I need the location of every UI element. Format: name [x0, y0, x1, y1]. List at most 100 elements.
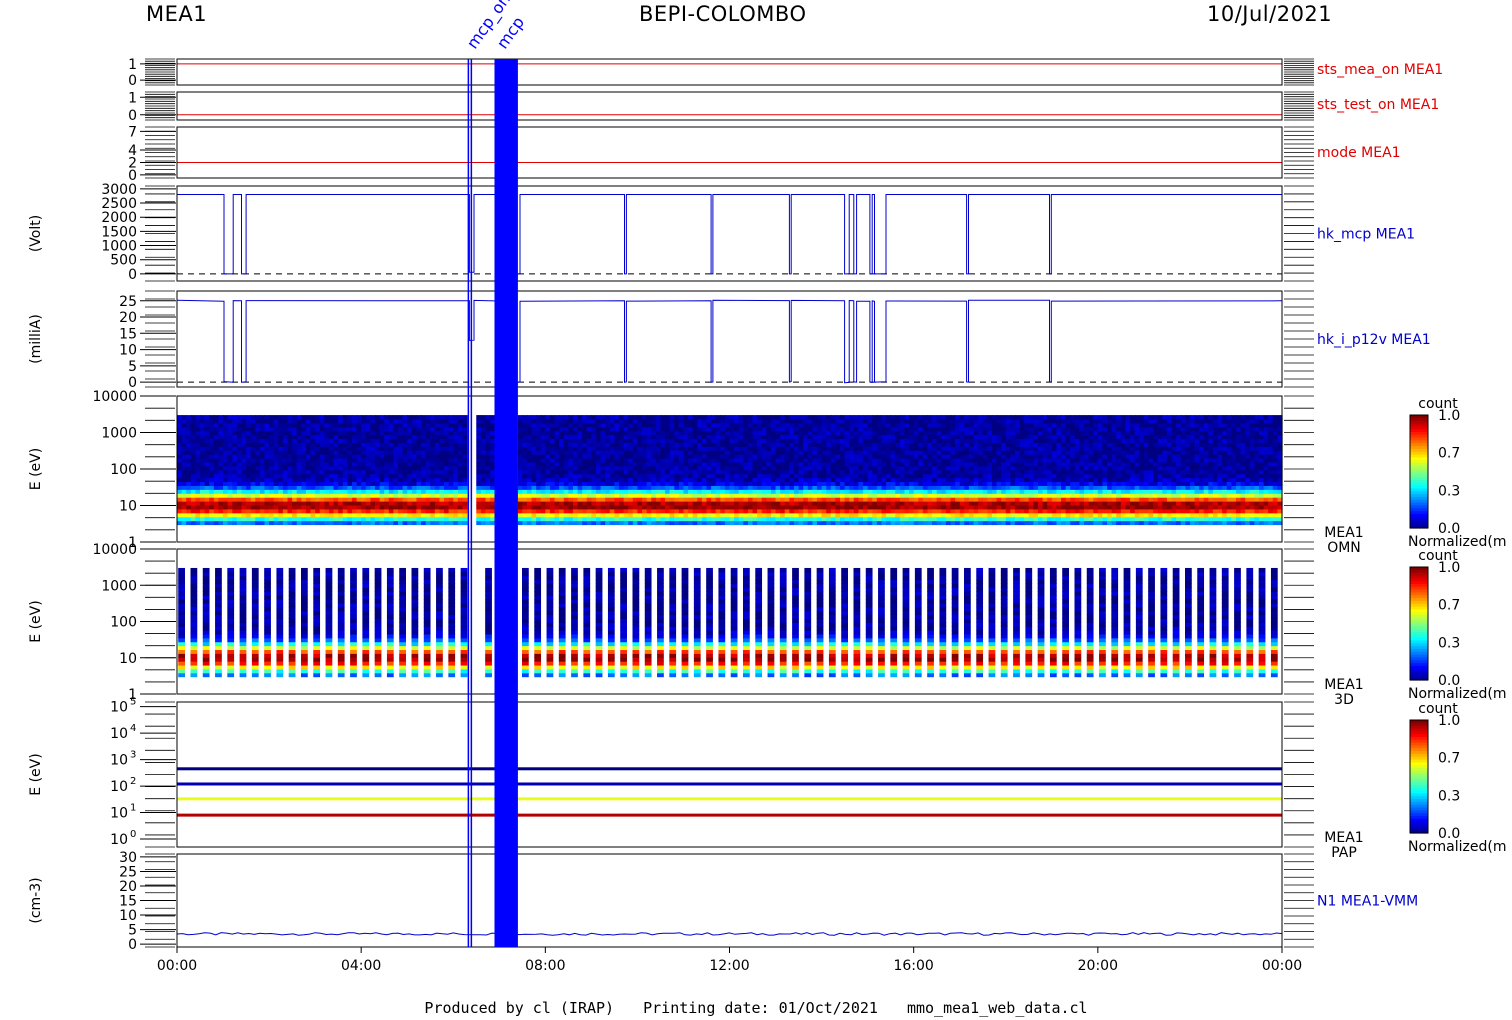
heatmap-cell	[444, 442, 450, 447]
heatmap-cell	[968, 497, 975, 502]
heatmap-cell	[927, 493, 933, 498]
heatmap-cell	[991, 469, 998, 475]
heatmap-cell	[374, 508, 381, 514]
heatmap-cell	[430, 454, 436, 459]
heatmap-cell	[844, 454, 850, 459]
heatmap-cell	[444, 516, 450, 522]
heatmap-cell	[665, 473, 671, 479]
heatmap-cell	[816, 481, 823, 486]
heatmap-cell	[909, 477, 915, 483]
heatmap-cell	[421, 450, 427, 455]
heatmap-cell	[876, 485, 883, 490]
heatmap-cell	[282, 501, 289, 506]
heatmap-cell	[586, 438, 592, 443]
heatmap-cell	[876, 438, 883, 443]
heatmap-cell	[425, 497, 431, 502]
heatmap-cell	[485, 426, 491, 432]
heatmap-cell	[434, 520, 441, 526]
heatmap-cell	[701, 477, 708, 483]
heatmap-cell	[549, 473, 556, 479]
heatmap-cell	[522, 485, 528, 490]
heatmap-cell	[347, 512, 353, 518]
heatmap-cell	[453, 512, 459, 518]
heatmap-cell	[646, 442, 652, 447]
heatmap-cell	[853, 508, 860, 514]
heatmap-cell	[554, 446, 560, 451]
heatmap-cell	[642, 473, 648, 479]
heatmap-cell	[448, 422, 454, 428]
heatmap-cell	[269, 469, 275, 475]
heatmap-cell	[305, 415, 312, 420]
heatmap-cell	[789, 485, 795, 490]
heatmap-cell	[356, 489, 362, 494]
heatmap-cell	[747, 458, 754, 463]
heatmap-cell	[701, 497, 708, 502]
heatmap-cell	[959, 434, 965, 440]
heatmap-cell	[200, 505, 206, 510]
heatmap-cell	[982, 469, 988, 475]
heatmap-cell	[531, 512, 537, 518]
heatmap-cell	[844, 489, 850, 494]
heatmap-cell	[936, 485, 942, 490]
heatmap-cell	[715, 508, 721, 514]
heatmap-cell	[347, 508, 353, 514]
heatmap-cell	[568, 505, 574, 510]
heatmap-cell	[448, 516, 454, 522]
heatmap-cell	[384, 493, 390, 498]
heatmap-cell	[863, 508, 869, 514]
heatmap-cell	[250, 481, 256, 486]
heatmap-cell	[743, 508, 749, 514]
heatmap-cell	[619, 418, 625, 424]
heatmap-cell	[181, 438, 187, 443]
heatmap-cell	[743, 442, 749, 447]
heatmap-cell	[536, 442, 542, 447]
heatmap-cell	[453, 493, 459, 498]
heatmap-cell	[227, 512, 233, 518]
heatmap-cell	[416, 418, 422, 424]
heatmap-cell	[614, 473, 620, 479]
heatmap-cell	[619, 481, 625, 486]
heatmap-cell	[342, 501, 348, 506]
heatmap-cell	[526, 469, 533, 475]
heatmap-cell	[333, 438, 339, 443]
heatmap-cell	[600, 422, 606, 428]
heatmap-cell	[752, 458, 758, 463]
heatmap-cell	[669, 497, 675, 502]
heatmap-cell	[439, 469, 445, 475]
heatmap-cell	[393, 512, 399, 518]
heatmap-cell	[849, 422, 855, 428]
heatmap-cell	[918, 493, 924, 498]
heatmap-cell	[688, 430, 694, 436]
heatmap-cell	[522, 442, 528, 447]
heatmap-cell	[241, 508, 247, 514]
heatmap-cell	[738, 430, 744, 436]
heatmap-cell	[973, 512, 979, 518]
heatmap-cell	[236, 465, 243, 471]
heatmap-cell	[614, 438, 620, 443]
heatmap-cell	[480, 477, 487, 483]
heatmap-cell	[186, 462, 192, 467]
heatmap-cell	[955, 497, 961, 502]
heatmap-cell	[273, 516, 279, 522]
heatmap-cell	[830, 473, 836, 479]
heatmap-cell	[338, 489, 344, 494]
heatmap-cell	[890, 477, 896, 483]
heatmap-cell	[444, 489, 450, 494]
heatmap-cell	[568, 422, 574, 428]
heatmap-cell	[849, 458, 855, 463]
heatmap-cell	[453, 462, 459, 467]
heatmap-cell	[572, 415, 579, 420]
heatmap-cell	[835, 465, 841, 471]
heatmap-cell	[895, 469, 901, 475]
heatmap-cell	[715, 512, 721, 518]
heatmap-cell	[545, 442, 551, 447]
heatmap-cell	[909, 458, 915, 463]
panel-omn	[177, 415, 1283, 526]
heatmap-cell	[830, 508, 836, 514]
heatmap-cell	[816, 415, 823, 420]
heatmap-cell	[241, 442, 247, 447]
heatmap-cell	[623, 454, 629, 459]
heatmap-cell	[453, 469, 459, 475]
heatmap-cell	[757, 450, 763, 455]
heatmap-cell	[204, 418, 210, 424]
